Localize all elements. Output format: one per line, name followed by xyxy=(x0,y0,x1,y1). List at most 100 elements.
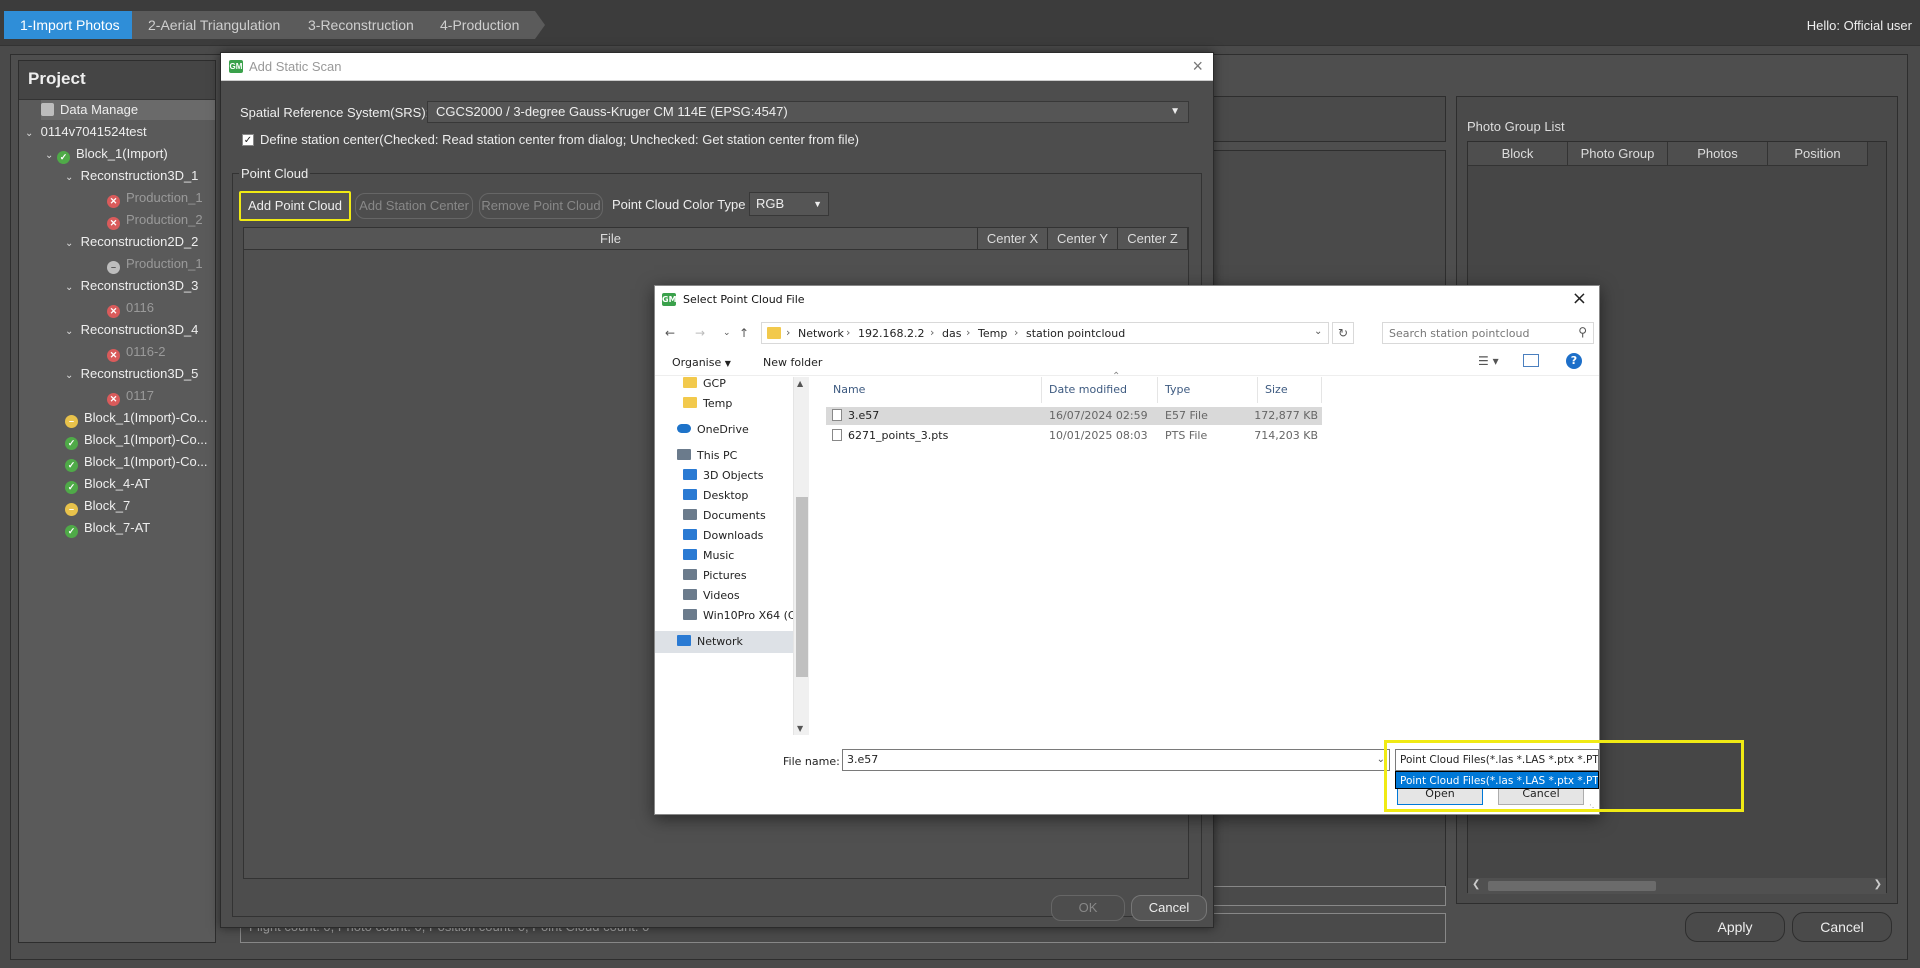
column-header-file[interactable]: File xyxy=(244,228,978,250)
tree-item-block[interactable]: ✓ Block_4-AT xyxy=(65,474,150,494)
chevron-down-icon[interactable]: ⌄ xyxy=(65,278,77,298)
column-header-size[interactable]: Size xyxy=(1258,377,1322,403)
srs-select[interactable]: CGCS2000 / 3-degree Gauss-Kruger CM 114E… xyxy=(427,101,1189,123)
breadcrumb-network[interactable]: Network xyxy=(798,327,844,340)
column-header-block[interactable]: Block xyxy=(1468,142,1568,166)
file-name-input[interactable]: 3.e57 ⌄ xyxy=(842,749,1390,771)
back-arrow-icon[interactable]: ← xyxy=(665,326,675,340)
step-reconstruction[interactable]: 3-Reconstruction xyxy=(292,11,440,39)
ok-button[interactable]: OK xyxy=(1051,895,1125,921)
nav-item-gcp[interactable]: GCP xyxy=(683,373,726,395)
breadcrumb-station-pointcloud[interactable]: station pointcloud xyxy=(1026,327,1125,340)
tree-item-production[interactable]: ✕ Production_1 xyxy=(107,188,203,208)
step-production[interactable]: 4-Production xyxy=(424,11,546,39)
nav-item-3d-objects[interactable]: 3D Objects xyxy=(683,465,764,487)
tree-item-block[interactable]: – Block_7 xyxy=(65,496,130,516)
nav-item-onedrive[interactable]: OneDrive xyxy=(677,419,749,441)
tree-item-production[interactable]: – Production_1 xyxy=(107,254,203,274)
scrollbar-thumb[interactable] xyxy=(796,497,808,677)
help-icon[interactable]: ? xyxy=(1566,353,1582,369)
tree-item-block[interactable]: ⌄ ✓ Block_1(Import) xyxy=(45,144,168,164)
nav-item-music[interactable]: Music xyxy=(683,545,734,567)
column-header-photos[interactable]: Photos xyxy=(1668,142,1768,166)
tree-item-production[interactable]: ✕ 0116 xyxy=(107,298,154,318)
search-input[interactable]: Search station pointcloud ⚲ xyxy=(1382,322,1594,344)
column-header-photo-group[interactable]: Photo Group xyxy=(1568,142,1668,166)
nav-item-drive-c[interactable]: Win10Pro X64 (C xyxy=(683,605,796,627)
nav-item-this-pc[interactable]: This PC xyxy=(677,445,737,467)
nav-item-downloads[interactable]: Downloads xyxy=(683,525,763,547)
color-type-select[interactable]: RGB ▼ xyxy=(749,192,829,216)
preview-pane-icon[interactable] xyxy=(1523,354,1539,367)
chevron-down-icon[interactable]: ⌄ xyxy=(65,322,77,342)
forward-arrow-icon[interactable]: → xyxy=(695,326,705,340)
chevron-down-icon[interactable]: ⌄ xyxy=(65,366,77,386)
navigation-scrollbar[interactable]: ▲ ▼ xyxy=(793,377,809,735)
nav-item-documents[interactable]: Documents xyxy=(683,505,766,527)
view-options-icon[interactable]: ☰ ▾ xyxy=(1478,354,1499,368)
nav-item-videos[interactable]: Videos xyxy=(683,585,740,607)
new-folder-button[interactable]: New folder xyxy=(763,356,822,369)
breadcrumb-host[interactable]: 192.168.2.2 xyxy=(858,327,924,340)
file-row[interactable]: 6271_points_3.pts 10/01/2025 08:03 PTS F… xyxy=(826,427,1322,445)
tree-item-project[interactable]: ⌄ 0114v7041524test xyxy=(25,122,147,142)
horizontal-scrollbar[interactable]: ❮ ❯ xyxy=(1468,878,1886,894)
close-icon[interactable]: × xyxy=(1572,288,1587,309)
tree-item-block[interactable]: ✓ Block_1(Import)-Co... xyxy=(65,452,208,472)
tree-item-production[interactable]: ✕ Production_2 xyxy=(107,210,203,230)
breadcrumb-temp[interactable]: Temp xyxy=(978,327,1007,340)
scroll-up-icon[interactable]: ▲ xyxy=(797,379,803,388)
tree-item-block[interactable]: – Block_1(Import)-Co... xyxy=(65,408,208,428)
nav-item-temp[interactable]: Temp xyxy=(683,393,732,415)
column-header-position[interactable]: Position xyxy=(1768,142,1868,166)
main-cancel-button[interactable]: Cancel xyxy=(1792,912,1892,942)
tree-item-block[interactable]: ✓ Block_7-AT xyxy=(65,518,150,538)
scroll-down-icon[interactable]: ▼ xyxy=(797,724,803,733)
app-logo-icon: GM xyxy=(662,293,677,306)
column-header-name[interactable]: Name xyxy=(826,377,1042,403)
apply-button[interactable]: Apply xyxy=(1685,912,1785,942)
add-station-center-button[interactable]: Add Station Center xyxy=(355,193,473,219)
scroll-left-icon[interactable]: ❮ xyxy=(1472,879,1480,890)
up-arrow-icon[interactable]: ↑ xyxy=(739,326,749,340)
column-header-center-y[interactable]: Center Y xyxy=(1048,228,1118,250)
refresh-icon[interactable]: ↻ xyxy=(1332,322,1354,344)
chevron-down-icon[interactable]: ⌄ xyxy=(1314,326,1322,337)
tree-item-production[interactable]: ✕ 0117 xyxy=(107,386,154,406)
dialog-titlebar[interactable]: GM Add Static Scan × xyxy=(221,53,1213,81)
address-bar[interactable]: › Network › 192.168.2.2 › das › Temp › s… xyxy=(761,322,1329,344)
scrollbar-thumb[interactable] xyxy=(1488,881,1656,891)
tree-item-data-manage[interactable]: Data Manage xyxy=(41,100,215,120)
tree-item-block[interactable]: ✓ Block_1(Import)-Co... xyxy=(65,430,208,450)
nav-item-pictures[interactable]: Pictures xyxy=(683,565,747,587)
tree-item-reconstruction[interactable]: ⌄ Reconstruction3D_1 xyxy=(65,166,198,186)
cancel-button[interactable]: Cancel xyxy=(1131,895,1207,921)
organise-menu[interactable]: Organise ▼ xyxy=(672,356,731,369)
column-header-date-modified[interactable]: Date modified xyxy=(1042,377,1158,403)
nav-item-network[interactable]: Network xyxy=(655,631,801,653)
add-point-cloud-button[interactable]: Add Point Cloud xyxy=(239,191,351,221)
tree-item-reconstruction[interactable]: ⌄ Reconstruction3D_5 xyxy=(65,364,198,384)
tree-item-label: Block_7-AT xyxy=(84,520,151,535)
breadcrumb-das[interactable]: das xyxy=(942,327,961,340)
tree-item-reconstruction[interactable]: ⌄ Reconstruction3D_3 xyxy=(65,276,198,296)
file-row[interactable]: 3.e57 16/07/2024 02:59 E57 File 172,877 … xyxy=(826,407,1322,425)
chevron-down-icon[interactable]: ⌄ xyxy=(65,234,77,254)
column-header-type[interactable]: Type xyxy=(1158,377,1258,403)
chevron-down-icon[interactable]: ⌄ xyxy=(65,168,77,188)
nav-item-desktop[interactable]: Desktop xyxy=(683,485,748,507)
chevron-down-icon[interactable]: ⌄ xyxy=(25,124,37,144)
step-aerial-triangulation[interactable]: 2-Aerial Triangulation xyxy=(132,11,307,39)
tree-item-production[interactable]: ✕ 0116-2 xyxy=(107,342,166,362)
column-header-center-z[interactable]: Center Z xyxy=(1118,228,1188,250)
recent-dropdown-icon[interactable]: ⌄ xyxy=(723,328,731,338)
close-icon[interactable]: × xyxy=(1192,56,1203,77)
define-center-checkbox[interactable]: ✓ xyxy=(242,134,254,146)
step-import-photos[interactable]: 1-Import Photos xyxy=(4,11,146,39)
tree-item-reconstruction[interactable]: ⌄ Reconstruction3D_4 xyxy=(65,320,198,340)
column-header-center-x[interactable]: Center X xyxy=(978,228,1048,250)
remove-point-cloud-button[interactable]: Remove Point Cloud xyxy=(479,193,603,219)
chevron-down-icon[interactable]: ⌄ xyxy=(45,146,57,166)
scroll-right-icon[interactable]: ❯ xyxy=(1874,879,1882,890)
tree-item-reconstruction[interactable]: ⌄ Reconstruction2D_2 xyxy=(65,232,198,252)
